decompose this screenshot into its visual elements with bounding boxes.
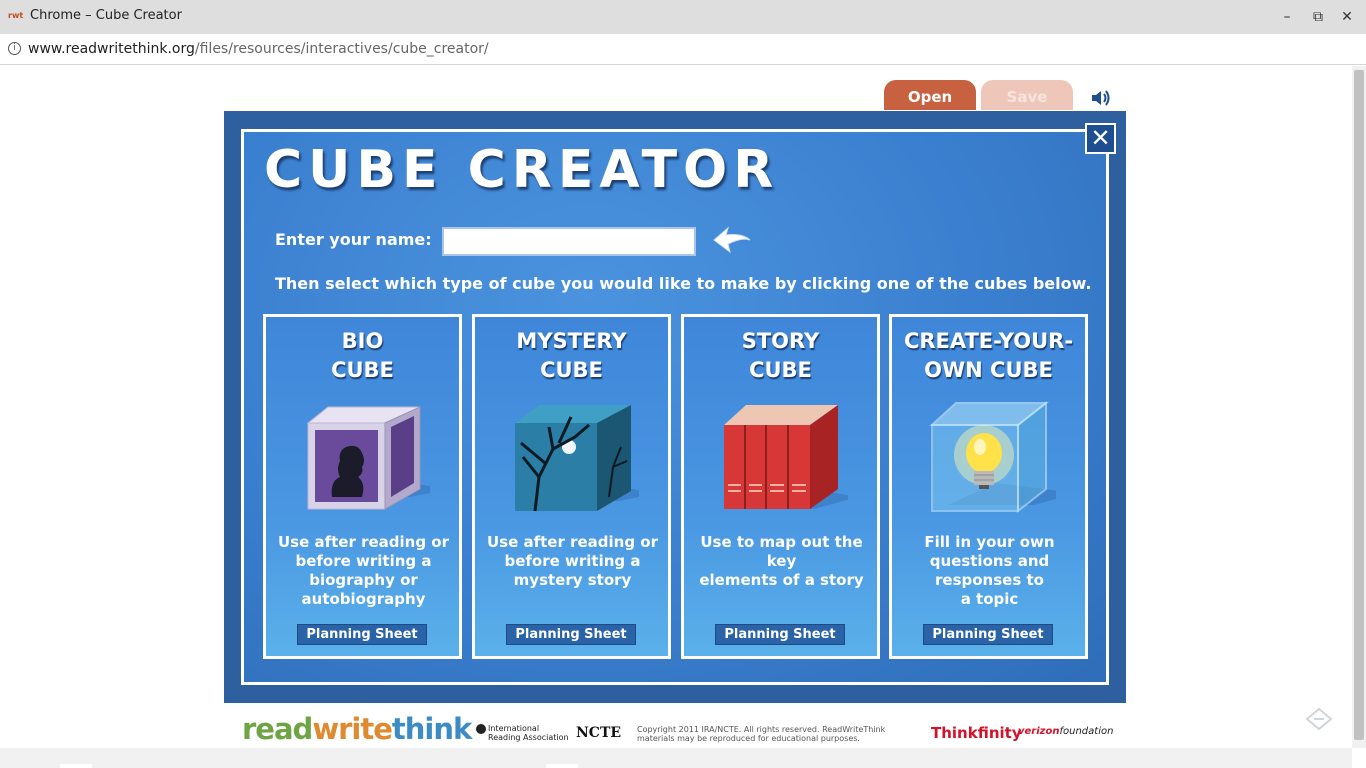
horizontal-scrollbar[interactable] bbox=[0, 748, 1352, 768]
lightbulb-cube-icon bbox=[929, 400, 1056, 514]
card-description: Use after reading or before writing a bi… bbox=[277, 533, 450, 608]
mystery-cube-icon bbox=[515, 405, 639, 512]
open-button[interactable]: Open bbox=[884, 80, 976, 110]
favicon-icon: rwt bbox=[8, 11, 24, 20]
card-description: Use to map out the key elements of a sto… bbox=[699, 533, 864, 589]
planning-sheet-button[interactable]: Planning Sheet bbox=[715, 624, 845, 645]
readwritethink-logo[interactable]: readwritethink bbox=[242, 712, 472, 746]
url-text[interactable]: www.readwritethink.org/files/resources/i… bbox=[28, 41, 489, 57]
create-your-own-cube-card[interactable]: CREATE-YOUR- OWN CUBE Fill in your own q… bbox=[889, 314, 1088, 659]
vertical-scrollbar[interactable] bbox=[1352, 66, 1366, 748]
card-description: Fill in your own questions and responses… bbox=[924, 533, 1055, 608]
verizon-foundation-logo: verizonfoundation bbox=[1018, 726, 1114, 737]
info-icon[interactable]: i bbox=[8, 42, 21, 55]
pin-icon[interactable] bbox=[1306, 708, 1332, 730]
app-title: CUBE CREATOR bbox=[264, 140, 780, 200]
ncte-logo: NCTE bbox=[576, 725, 622, 741]
address-bar[interactable]: i www.readwritethink.org/files/resources… bbox=[0, 34, 1366, 65]
save-button[interactable]: Save bbox=[981, 80, 1073, 110]
window-title: Chrome – Cube Creator bbox=[30, 8, 182, 23]
window-titlebar: rwt Chrome – Cube Creator – ⧉ ✕ bbox=[0, 0, 1366, 34]
card-title: BIO CUBE bbox=[331, 329, 394, 382]
planning-sheet-button[interactable]: Planning Sheet bbox=[923, 624, 1053, 645]
mystery-cube-card[interactable]: MYSTERY CUBE Use after reading or before… bbox=[472, 314, 671, 659]
name-input[interactable] bbox=[442, 227, 696, 256]
scrollbar-segment bbox=[546, 764, 578, 768]
card-title: STORY CUBE bbox=[741, 329, 820, 382]
close-button[interactable]: ✕ bbox=[1085, 123, 1116, 154]
scrollbar-segment bbox=[60, 764, 92, 768]
story-cube-icon bbox=[724, 405, 848, 509]
close-window-icon[interactable]: ✕ bbox=[1336, 6, 1358, 28]
card-title: MYSTERY CUBE bbox=[516, 329, 627, 382]
story-cube-card[interactable]: STORY CUBE Use to map out the key elemen… bbox=[681, 314, 880, 659]
restore-icon[interactable]: ⧉ bbox=[1307, 6, 1329, 28]
planning-sheet-button[interactable]: Planning Sheet bbox=[297, 624, 427, 645]
card-description: Use after reading or before writing a my… bbox=[486, 533, 659, 589]
submit-arrow-icon[interactable] bbox=[710, 224, 754, 258]
instruction-text: Then select which type of cube you would… bbox=[275, 274, 1092, 293]
thinkfinity-logo: Thinkfinity bbox=[931, 724, 1022, 742]
copyright-text: Copyright 2011 IRA/NCTE. All rights rese… bbox=[637, 725, 886, 743]
planning-sheet-button[interactable]: Planning Sheet bbox=[506, 624, 636, 645]
speaker-icon[interactable] bbox=[1090, 88, 1112, 108]
bio-cube-icon bbox=[306, 406, 430, 510]
minimize-icon[interactable]: – bbox=[1276, 6, 1298, 28]
name-label: Enter your name: bbox=[275, 230, 432, 249]
scrollbar-thumb[interactable] bbox=[1354, 70, 1364, 740]
ira-logo: International Reading Association bbox=[476, 724, 569, 742]
bio-cube-card[interactable]: BIO CUBE Use after reading or before wri… bbox=[263, 314, 462, 659]
card-title: CREATE-YOUR- OWN CUBE bbox=[903, 329, 1074, 382]
